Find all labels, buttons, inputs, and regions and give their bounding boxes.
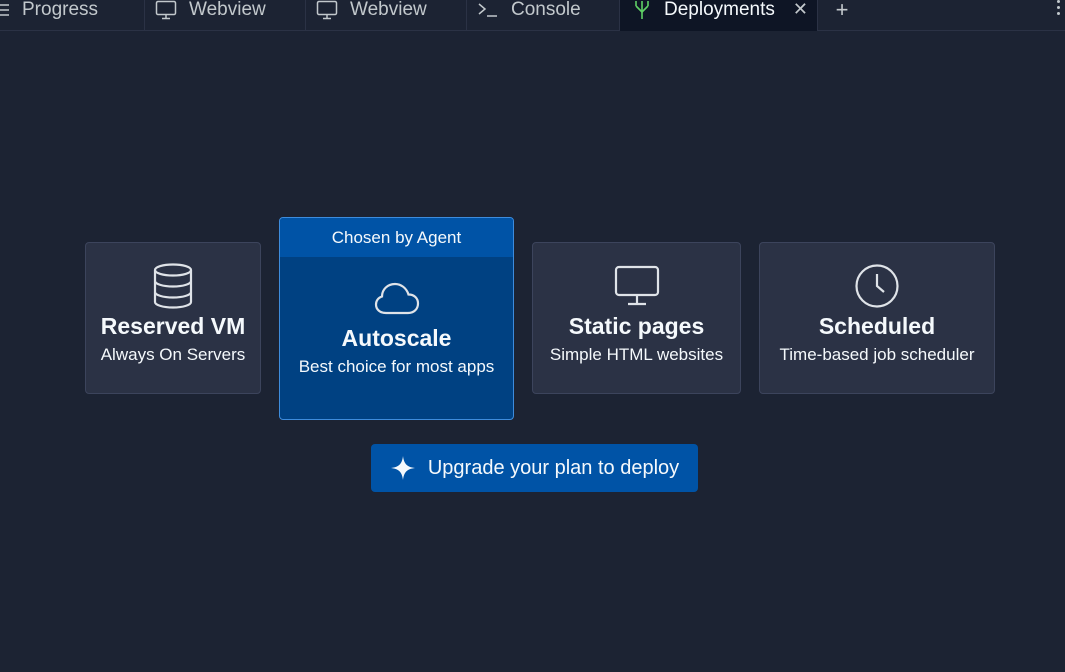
tab-webview-2[interactable]: Webview [306,0,467,31]
progress-icon [0,1,10,19]
card-title: Static pages [568,313,705,339]
card-description: Time-based job scheduler [779,345,975,364]
monitor-icon [316,0,338,20]
terminal-icon [477,1,499,19]
deployment-card-scheduled[interactable]: Scheduled Time-based job scheduler [759,242,995,394]
upgrade-label: Upgrade your plan to deploy [427,456,680,479]
tab-console[interactable]: Console [467,0,620,31]
more-options-icon[interactable] [1052,0,1064,20]
card-title: Autoscale [341,325,452,351]
add-tab-button[interactable]: + [830,0,854,25]
monitor-icon [155,0,177,20]
deployments-icon [632,0,652,20]
tab-label: Deployments [664,0,775,20]
card-description: Best choice for most apps [298,357,495,376]
card-description: Always On Servers [100,345,246,364]
tab-bar: Progress Webview Webview Console Deploym… [0,0,1065,31]
tab-label: Webview [350,0,427,20]
sparkle-icon [390,455,416,481]
clock-icon [854,263,900,309]
monitor-icon [614,263,660,309]
tab-label: Progress [22,0,99,20]
cloud-icon [374,277,420,321]
tab-label: Webview [189,0,266,20]
card-title: Scheduled [818,313,936,339]
close-icon[interactable]: ✕ [793,0,808,20]
tab-webview-1[interactable]: Webview [145,0,306,31]
tab-deployments[interactable]: Deployments ✕ [620,0,818,31]
card-title: Reserved VM [100,313,246,339]
deployment-card-reserved-vm[interactable]: Reserved VM Always On Servers [85,242,261,394]
deployment-card-autoscale[interactable]: Chosen by Agent Autoscale Best choice fo… [279,217,514,420]
upgrade-plan-button[interactable]: Upgrade your plan to deploy [371,444,698,492]
card-description: Simple HTML websites [549,345,724,364]
tab-label: Console [511,0,581,20]
chosen-by-agent-badge: Chosen by Agent [280,218,513,257]
database-icon [152,263,194,309]
tab-progress[interactable]: Progress [0,0,145,31]
deployment-card-static-pages[interactable]: Static pages Simple HTML websites [532,242,741,394]
